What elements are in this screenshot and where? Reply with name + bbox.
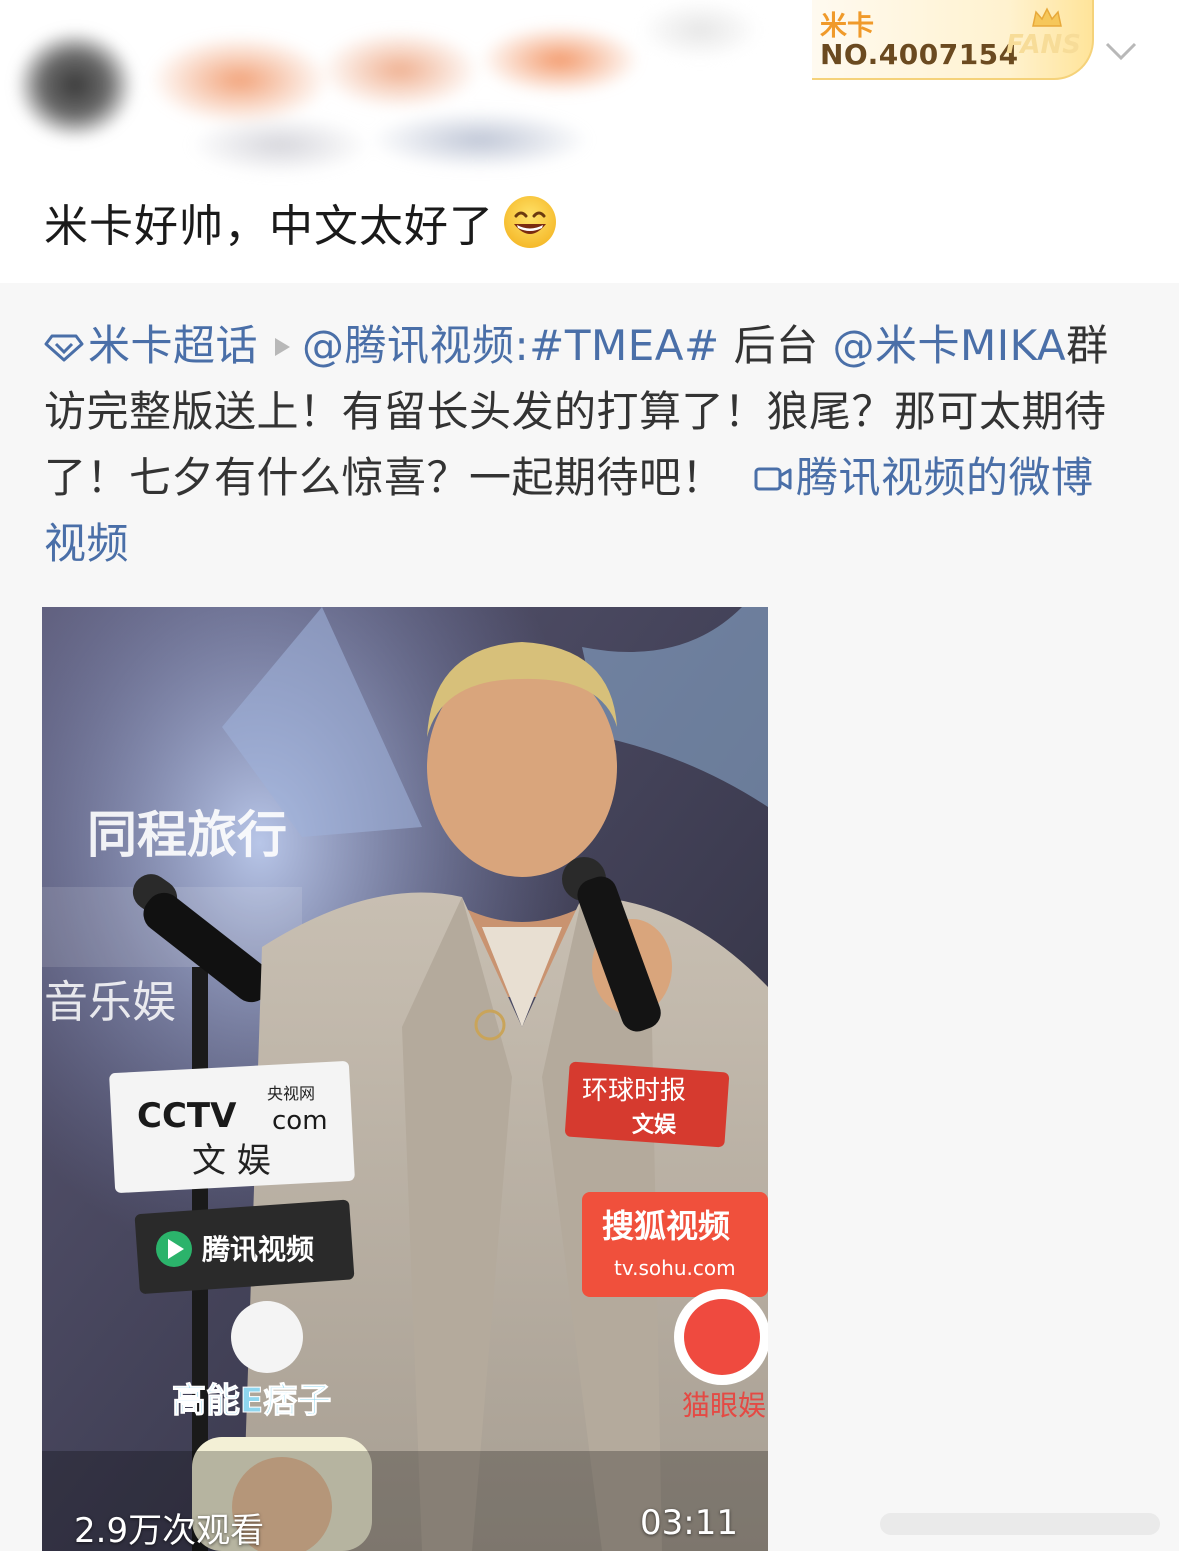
sign-maoyan: 猫眼娱 — [682, 1389, 766, 1422]
sign-cctv-sub: 央视网 — [267, 1084, 315, 1103]
post-text: 米卡好帅，中文太好了 — [44, 201, 494, 252]
video-frame: 同程旅行 音乐娱 央视网 CCTV com 文 娱 腾讯视频 环球时报 文娱 搜… — [42, 607, 768, 1551]
sign-sohu: 搜狐视频 — [602, 1207, 730, 1245]
blur-fade — [880, 1513, 1160, 1535]
backstage-text: 后台 — [719, 321, 819, 370]
repost-text: 米卡超话 @腾讯视频:#TMEA# 后台 @米卡MIKA群访完整版送上！有留长头发… — [44, 313, 1134, 577]
sign-music: 音乐娱 — [44, 977, 176, 1028]
sign-cctv-wenyu: 文 娱 — [192, 1141, 271, 1181]
sign-global: 环球时报 — [582, 1076, 686, 1106]
repost-card[interactable]: 米卡超话 @腾讯视频:#TMEA# 后台 @米卡MIKA群访完整版送上！有留长头发… — [0, 283, 1179, 1551]
sign-cctv-com: com — [272, 1106, 328, 1136]
sign-sohu-url: tv.sohu.com — [614, 1256, 736, 1280]
svg-text:CCTV: CCTV — [137, 1096, 237, 1136]
diamond-icon — [44, 334, 84, 362]
sign-tencent: 腾讯视频 — [202, 1233, 314, 1266]
fans-badge-label: FANS — [1006, 30, 1082, 60]
video-camera-icon — [754, 467, 792, 491]
mention-mika[interactable]: @米卡MIKA — [832, 321, 1066, 370]
sign-gaoneng: 高能E痞子 — [172, 1381, 331, 1421]
grinning-face-icon — [504, 196, 556, 248]
sign-global-sub: 文娱 — [632, 1112, 677, 1138]
play-arrow-icon — [275, 338, 291, 356]
blurred-user-info — [0, 0, 800, 180]
sign-tongcheng: 同程旅行 — [87, 806, 287, 864]
post-content: 米卡好帅，中文太好了 — [44, 190, 558, 254]
video-thumbnail[interactable]: 同程旅行 音乐娱 央视网 CCTV com 文 娱 腾讯视频 环球时报 文娱 搜… — [42, 607, 768, 1551]
fans-badge-number: NO.4007154 — [820, 38, 1019, 71]
mention-tencent-video[interactable]: @腾讯视频 — [302, 321, 515, 370]
hashtag-tmea[interactable]: :#TMEA# — [515, 321, 720, 370]
chevron-down-icon[interactable] — [1104, 38, 1138, 64]
video-duration: 03:11 — [640, 1503, 738, 1543]
view-count: 2.9万次观看 — [74, 1511, 265, 1551]
topic-label: 米卡超话 — [88, 321, 259, 370]
topic-link[interactable]: 米卡超话 — [44, 321, 258, 370]
post-header: 米卡 NO.4007154 FANS 米卡好帅，中文太好了 — [0, 0, 1179, 252]
crown-icon — [1032, 7, 1062, 27]
